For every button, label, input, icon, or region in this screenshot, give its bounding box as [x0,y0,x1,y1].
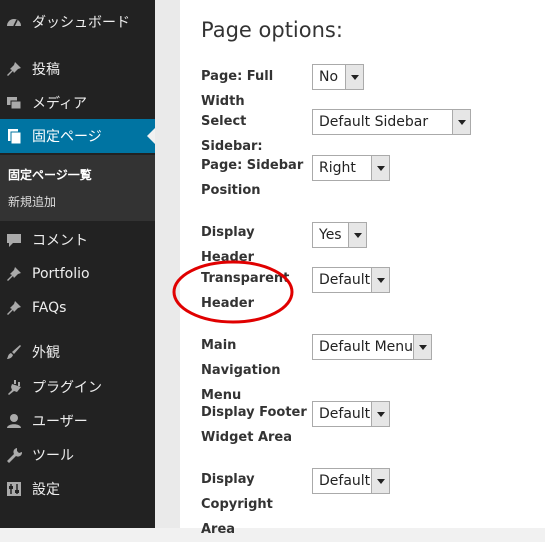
select-display-copyright-area[interactable]: Default [312,468,390,494]
pages-icon [4,126,24,146]
label-display-copyright-area: Display Copyright Area [201,472,273,537]
select-sidebar[interactable]: Default Sidebar [312,109,471,135]
page-options-title: Page options: [201,18,343,42]
sidebar-item-portfolio[interactable]: Portfolio [0,257,155,291]
select-transparent-header[interactable]: Default [312,267,390,293]
media-icon [4,93,24,113]
pin-icon [4,59,24,79]
dashboard-icon [4,12,24,32]
settings-icon [4,479,24,499]
label-page-full-width: Page: Full Width [201,69,274,109]
chevron-down-icon [371,156,389,180]
label-display-footer-widget-area: Display Footer Widget Area [201,405,307,445]
pin-icon [4,264,24,284]
label-select-sidebar: Select Sidebar: [201,114,263,154]
sidebar-item-dashboard[interactable]: ダッシュボード [0,5,155,39]
select-page-full-width[interactable]: No [312,64,364,90]
sidebar-item-media[interactable]: メディア [0,86,155,120]
sidebar-item-settings[interactable]: 設定 [0,472,155,506]
sidebar-item-tools[interactable]: ツール [0,438,155,472]
chevron-down-icon [371,402,389,426]
chevron-down-icon [452,110,470,134]
wrench-icon [4,445,24,465]
user-icon [4,411,24,431]
pin-icon [4,298,24,318]
chevron-down-icon [345,65,363,89]
submenu-item-add-new[interactable]: 新規追加 [8,193,56,210]
select-display-header[interactable]: Yes [312,222,367,248]
plugin-icon [4,377,24,397]
sidebar-item-posts[interactable]: 投稿 [0,52,155,86]
highlight-circle [172,260,294,324]
admin-sidebar: ダッシュボード 投稿 メディア 固定ページ 固定ページ一覧 新規追加 コメント … [0,0,155,528]
sidebar-item-pages[interactable]: 固定ページ [0,119,155,153]
pages-submenu: 固定ページ一覧 新規追加 [0,155,155,221]
sidebar-item-comments[interactable]: コメント [0,223,155,257]
select-main-navigation-menu[interactable]: Default Menu [312,334,432,360]
submenu-item-all-pages[interactable]: 固定ページ一覧 [8,166,92,183]
sidebar-item-faqs[interactable]: FAQs [0,291,155,325]
select-sidebar-position[interactable]: Right [312,155,390,181]
sidebar-item-plugins[interactable]: プラグイン [0,370,155,404]
select-display-footer-widget-area[interactable]: Default [312,401,390,427]
brush-icon [4,342,24,362]
chevron-down-icon [371,469,389,493]
sidebar-item-users[interactable]: ユーザー [0,404,155,438]
label-sidebar-position: Page: Sidebar Position [201,158,304,198]
label-main-navigation-menu: Main Navigation Menu [201,338,281,403]
comment-icon [4,230,24,250]
chevron-down-icon [371,268,389,292]
chevron-down-icon [413,335,431,359]
sidebar-item-appearance[interactable]: 外観 [0,335,155,369]
chevron-down-icon [348,223,366,247]
